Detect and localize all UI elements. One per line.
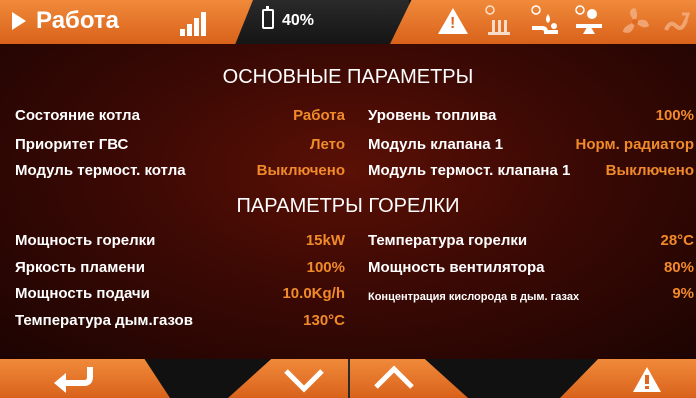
param-row: Температура горелки 28°C — [368, 232, 694, 249]
param-label: Уровень топлива — [368, 107, 497, 124]
param-value: 100% — [306, 259, 345, 276]
param-value: 100% — [655, 107, 694, 124]
warning-icon[interactable] — [438, 8, 468, 34]
pump-icon — [528, 4, 562, 40]
param-value: Выключено — [605, 162, 694, 179]
param-row: Температура дым.газов 130°C — [15, 312, 345, 329]
valve-icon — [572, 4, 606, 40]
param-value: Работа — [293, 107, 345, 124]
return-arrow-icon — [54, 367, 93, 393]
param-row: Модуль термост. клапана 1 Выключено — [368, 162, 694, 179]
parameters-panel: ОСНОВНЫЕ ПАРАМЕТРЫ Состояние котла Работ… — [0, 44, 696, 359]
fuel-feed-icon — [482, 4, 514, 40]
param-row: Состояние котла Работа — [15, 107, 345, 124]
bottom-navigation-bar — [0, 359, 696, 398]
param-label: Температура горелки — [368, 232, 528, 249]
param-label: Мощность горелки — [15, 232, 156, 249]
back-button[interactable] — [30, 359, 140, 398]
fan-icon — [618, 4, 652, 40]
param-row: Мощность подачи 10.0Kg/h — [15, 285, 345, 302]
param-label: Модуль термост. клапана 1 — [368, 162, 571, 179]
param-value: 28°C — [660, 232, 694, 249]
fuel-tank-icon — [262, 6, 274, 29]
param-row: Приоритет ГВС Лето — [15, 136, 345, 153]
scroll-up-button[interactable] — [350, 359, 438, 398]
operating-mode-label: Работа — [36, 7, 120, 34]
param-label: Яркость пламени — [15, 259, 145, 276]
play-icon — [12, 12, 26, 30]
param-label: Мощность подачи — [15, 285, 150, 302]
main-parameters-title: ОСНОВНЫЕ ПАРАМЕТРЫ — [222, 66, 474, 88]
param-label: Приоритет ГВС — [15, 136, 129, 153]
signal-strength-icon — [180, 10, 210, 36]
param-value: 10.0Kg/h — [282, 285, 345, 302]
param-row: Мощность горелки 15kW — [15, 232, 345, 249]
param-row: Концентрация кислорода в дым. газах 9% — [368, 285, 694, 304]
status-icons — [438, 4, 696, 40]
param-value: Выключено — [256, 162, 345, 179]
alarm-button[interactable] — [610, 359, 690, 398]
fuel-level-percent: 40% — [282, 12, 315, 29]
param-row: Мощность вентилятора 80% — [368, 259, 694, 276]
chevron-up-icon — [374, 365, 414, 389]
fuel-status-area — [234, 0, 409, 44]
param-label: Модуль клапана 1 — [368, 136, 504, 153]
param-label: Состояние котла — [15, 107, 140, 124]
burner-parameters-title: ПАРАМЕТРЫ ГОРЕЛКИ — [236, 195, 460, 217]
param-row: Уровень топлива 100% — [368, 107, 694, 124]
warning-icon — [633, 367, 661, 392]
top-status-bar: Работа 40% — [0, 0, 696, 44]
param-value: 9% — [672, 285, 694, 302]
param-value: Норм. радиатор — [575, 136, 694, 153]
scroll-down-button[interactable] — [260, 359, 348, 398]
param-label: Мощность вентилятора — [368, 259, 545, 276]
param-row: Яркость пламени 100% — [15, 259, 345, 276]
param-value: Лето — [310, 136, 345, 153]
param-label: Модуль термост. котла — [15, 162, 186, 179]
param-value: 80% — [663, 259, 694, 276]
param-value: 130°C — [303, 312, 345, 329]
param-label: Температура дым.газов — [15, 312, 193, 329]
chevron-down-icon — [284, 369, 324, 393]
param-row: Модуль клапана 1 Норм. радиатор — [368, 136, 694, 153]
heater-icon — [662, 4, 692, 40]
param-value: 15kW — [305, 232, 345, 249]
param-label: Концентрация кислорода в дым. газах — [368, 291, 580, 303]
param-row: Модуль термост. котла Выключено — [15, 162, 345, 179]
